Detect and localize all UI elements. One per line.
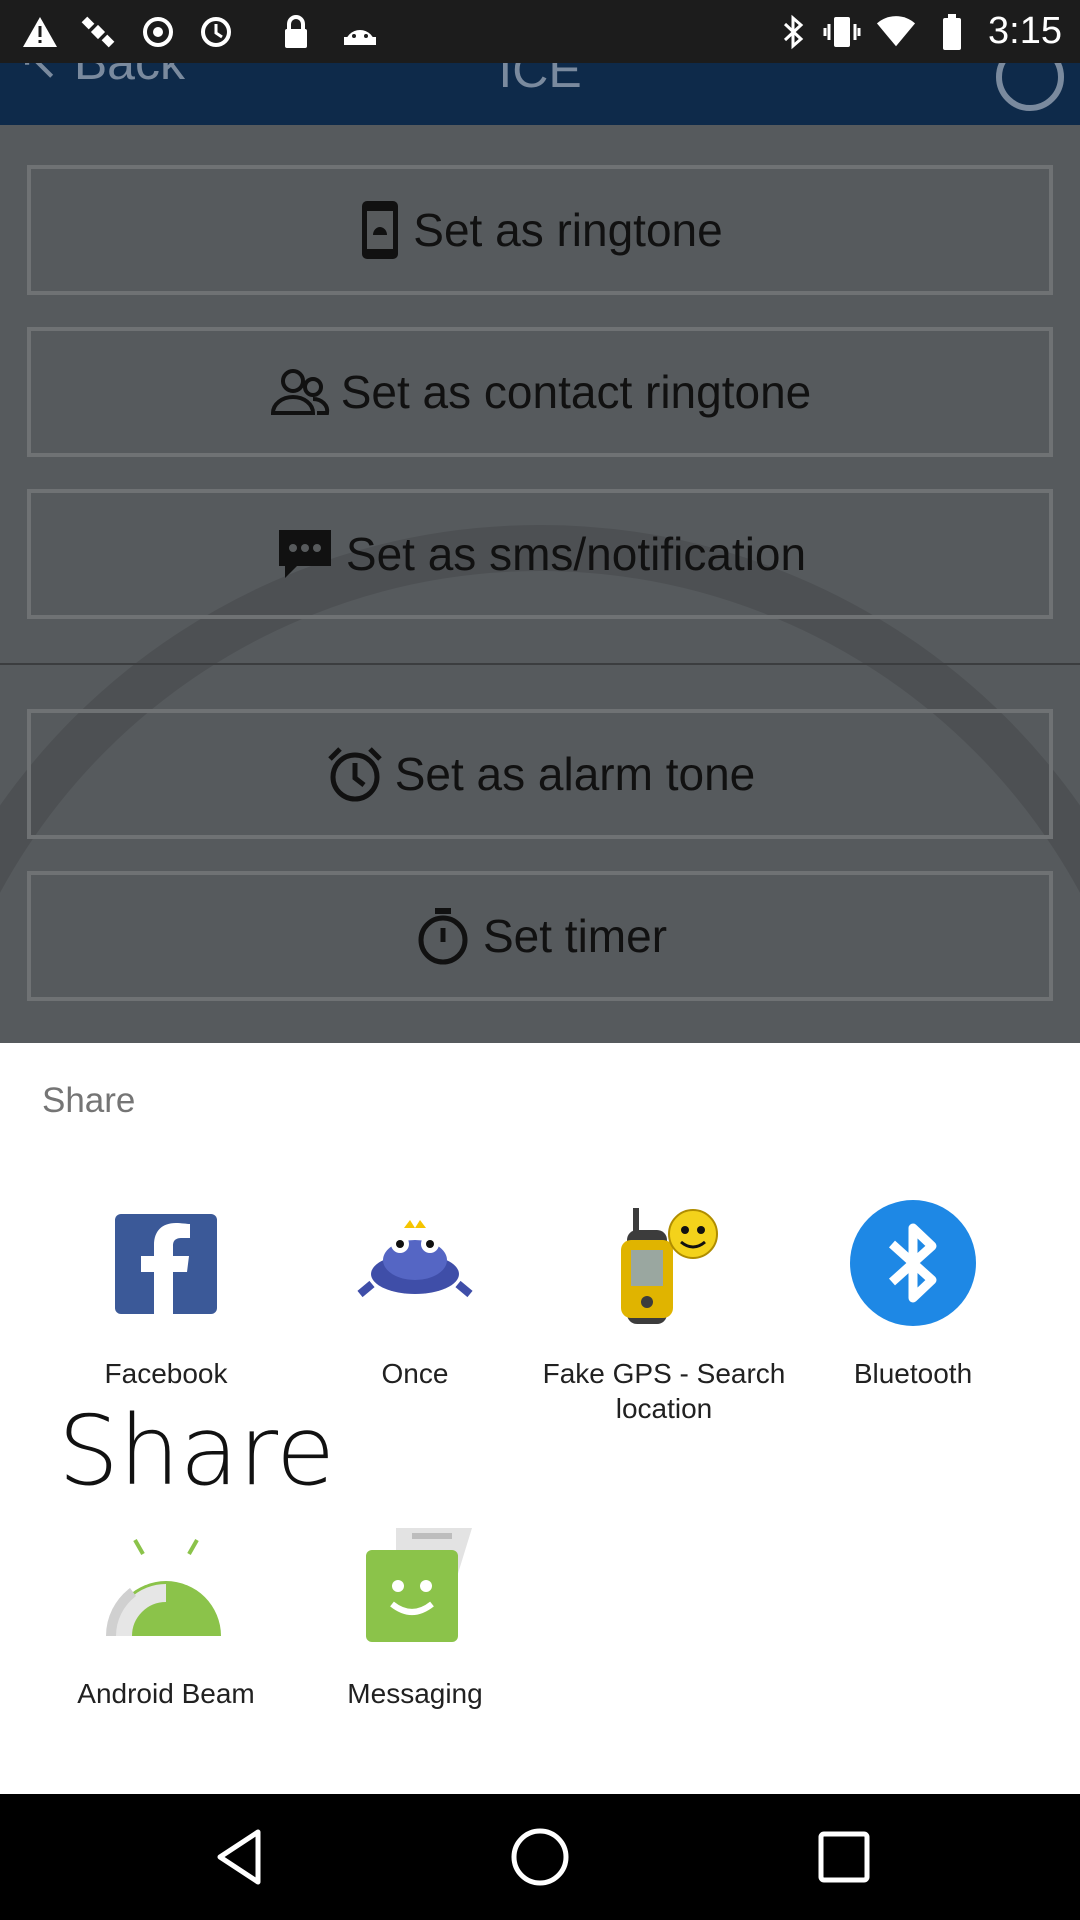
option-label: Set as ringtone <box>413 204 723 256</box>
set-sms-notification-button[interactable]: Set as sms/notification <box>27 489 1053 619</box>
set-timer-button[interactable]: Set timer <box>27 871 1053 1001</box>
chat-bubble-icon <box>274 530 336 578</box>
set-alarm-tone-button[interactable]: Set as alarm tone <box>27 709 1053 839</box>
option-label: Set as contact ringtone <box>340 366 812 418</box>
back-arrow-icon: ↖ <box>18 63 60 90</box>
vibrate-icon <box>822 12 862 52</box>
page-title: ICE <box>498 63 582 98</box>
facebook-icon <box>103 1200 229 1326</box>
stopwatch-icon <box>413 908 473 965</box>
divider <box>0 663 1080 665</box>
gps-device-icon <box>601 1200 727 1326</box>
recents-nav-icon[interactable] <box>811 1824 877 1890</box>
phone-bell-icon <box>357 201 403 259</box>
frog-icon <box>352 1200 478 1326</box>
android-face-icon <box>340 12 380 52</box>
circle-icon <box>196 12 236 52</box>
back-nav-icon[interactable] <box>206 1824 272 1890</box>
navigation-bar <box>0 1794 1080 1920</box>
battery-icon <box>932 12 972 52</box>
set-contact-ringtone-button[interactable]: Set as contact ringtone <box>27 327 1053 457</box>
messaging-icon <box>352 1520 478 1646</box>
status-bar: 3:15 <box>0 0 1080 63</box>
alarm-clock-icon <box>325 747 385 802</box>
app-bar: ↖ Back ICE <box>0 63 1080 125</box>
refresh-icon[interactable] <box>996 63 1064 111</box>
share-app-android-beam[interactable]: Android Beam <box>41 1520 291 1711</box>
sync-icon <box>138 12 178 52</box>
ringtone-options: Set as ringtone Set as contact ringtone … <box>0 125 1080 1045</box>
share-title: Share <box>42 1081 136 1120</box>
share-app-once[interactable]: Once <box>290 1200 540 1391</box>
status-time: 3:15 <box>988 10 1062 52</box>
android-beam-icon <box>103 1520 229 1646</box>
share-overlay-text: Share <box>58 1395 336 1507</box>
share-app-fake-gps[interactable]: Fake GPS - Search location <box>539 1200 789 1426</box>
warning-icon <box>20 12 60 52</box>
app-label: Bluetooth <box>853 1358 973 1389</box>
app-label: Messaging <box>347 1678 483 1709</box>
back-label: Back <box>74 63 185 90</box>
app-label: Android Beam <box>77 1678 255 1709</box>
bluetooth-icon <box>850 1200 976 1326</box>
share-app-bluetooth[interactable]: Bluetooth <box>788 1200 1038 1391</box>
set-ringtone-button[interactable]: Set as ringtone <box>27 165 1053 295</box>
option-label: Set as alarm tone <box>394 748 756 800</box>
home-nav-icon[interactable] <box>507 1824 573 1890</box>
option-label: Set as sms/notification <box>345 528 807 580</box>
app-label: Once <box>381 1358 449 1389</box>
share-app-messaging[interactable]: Messaging <box>290 1520 540 1711</box>
share-app-facebook[interactable]: Facebook <box>41 1200 291 1391</box>
lock-icon <box>276 12 316 52</box>
option-label: Set timer <box>482 910 668 962</box>
satellite-icon <box>78 12 118 52</box>
wifi-icon <box>876 12 916 52</box>
bluetooth-status-icon <box>774 12 814 52</box>
back-button[interactable]: ↖ Back <box>18 63 185 91</box>
app-label: Facebook <box>104 1358 228 1389</box>
app-label: Fake GPS - Search location <box>542 1358 786 1424</box>
contacts-icon <box>269 369 331 415</box>
